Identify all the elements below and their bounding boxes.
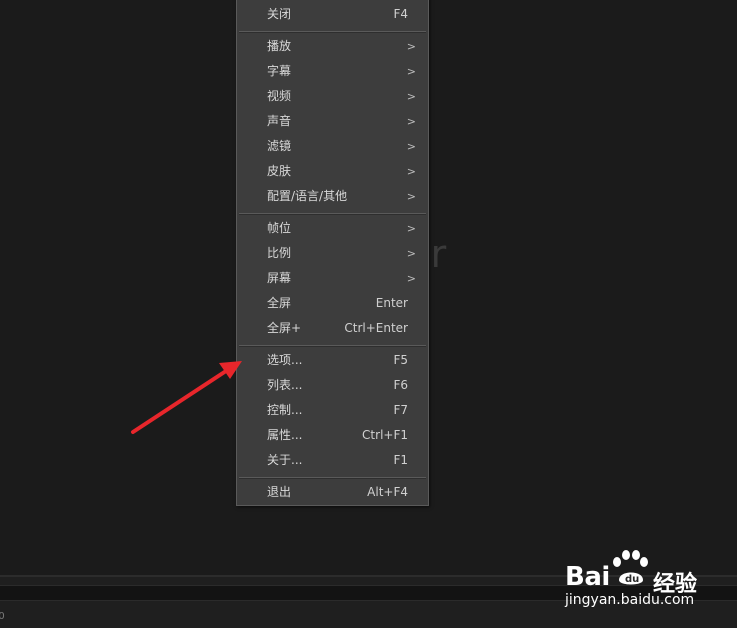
menu-item-skin[interactable]: 皮肤 >	[237, 159, 428, 184]
menu-item-subtitle[interactable]: 字幕 >	[237, 59, 428, 84]
menu-item-video[interactable]: 视频 >	[237, 84, 428, 109]
menu-item-label: 属性...	[267, 428, 303, 442]
menu-item-about[interactable]: 关于... F1	[237, 448, 428, 473]
menu-item-shortcut: F1	[393, 453, 408, 467]
menu-item-shortcut: Enter	[375, 296, 408, 310]
menu-item-label: 字幕	[267, 64, 292, 78]
menu-item-fullscreen-plus[interactable]: 全屏+ Ctrl+Enter	[237, 316, 428, 341]
submenu-arrow-icon: >	[406, 222, 416, 235]
menu-item-label: 选项...	[267, 353, 303, 367]
watermark-brand: Bai	[565, 562, 610, 592]
submenu-arrow-icon: >	[406, 40, 416, 53]
submenu-arrow-icon: >	[406, 165, 416, 178]
menu-item-label: 关闭	[267, 7, 292, 21]
menu-item-label: 退出	[267, 485, 292, 499]
menu-item-shortcut: Ctrl+Enter	[344, 321, 408, 335]
menu-item-options[interactable]: 选项... F5	[237, 348, 428, 373]
menu-separator	[239, 213, 426, 215]
menu-item-control[interactable]: 控制... F7	[237, 398, 428, 423]
menu-separator	[239, 477, 426, 479]
submenu-arrow-icon: >	[406, 247, 416, 260]
menu-item-label: 播放	[267, 39, 292, 53]
menu-item-shortcut: F7	[393, 403, 408, 417]
menu-item-exit[interactable]: 退出 Alt+F4	[237, 480, 428, 505]
submenu-arrow-icon: >	[406, 272, 416, 285]
menu-item-label: 控制...	[267, 403, 303, 417]
menu-item-config[interactable]: 配置/语言/其他 >	[237, 184, 428, 209]
menu-item-label: 全屏	[267, 296, 292, 310]
menu-item-filter[interactable]: 滤镜 >	[237, 134, 428, 159]
menu-item-ratio[interactable]: 比例 >	[237, 241, 428, 266]
menu-item-label: 配置/语言/其他	[267, 189, 348, 203]
menu-item-properties[interactable]: 属性... Ctrl+F1	[237, 423, 428, 448]
context-menu: 关闭 F4 播放 > 字幕 > 视频 > 声音 > 滤镜 > 皮肤 > 配置/语…	[236, 0, 429, 506]
menu-item-label: 屏幕	[267, 271, 292, 285]
menu-item-audio[interactable]: 声音 >	[237, 109, 428, 134]
submenu-arrow-icon: >	[406, 90, 416, 103]
watermark-url: jingyan.baidu.com	[565, 592, 695, 608]
submenu-arrow-icon: >	[406, 190, 416, 203]
menu-item-label: 比例	[267, 246, 292, 260]
menu-item-label: 皮肤	[267, 164, 292, 178]
menu-separator	[239, 345, 426, 347]
baidu-jingyan-watermark: Bai du 经验 jingyan.baidu.com	[563, 548, 728, 614]
svg-text:du: du	[625, 574, 639, 585]
submenu-arrow-icon: >	[406, 115, 416, 128]
menu-item-label: 关于...	[267, 453, 303, 467]
menu-item-frame[interactable]: 帧位 >	[237, 216, 428, 241]
menu-item-shortcut: F6	[393, 378, 408, 392]
menu-item-label: 滤镜	[267, 139, 292, 153]
menu-item-shortcut: Ctrl+F1	[362, 428, 408, 442]
menu-separator	[239, 31, 426, 33]
menu-item-label: 帧位	[267, 221, 292, 235]
menu-item-fullscreen[interactable]: 全屏 Enter	[237, 291, 428, 316]
menu-item-shortcut: F4	[393, 7, 408, 21]
menu-item-close[interactable]: 关闭 F4	[237, 2, 428, 27]
menu-item-label: 视频	[267, 89, 292, 103]
menu-item-label: 声音	[267, 114, 292, 128]
menu-item-label: 全屏+	[267, 321, 302, 335]
time-readout: 00	[0, 611, 5, 622]
paw-icon: du	[613, 550, 648, 585]
menu-item-play[interactable]: 播放 >	[237, 34, 428, 59]
menu-item-shortcut: F5	[393, 353, 408, 367]
menu-item-label: 列表...	[267, 378, 303, 392]
menu-item-screen[interactable]: 屏幕 >	[237, 266, 428, 291]
submenu-arrow-icon: >	[406, 140, 416, 153]
menu-item-list[interactable]: 列表... F6	[237, 373, 428, 398]
submenu-arrow-icon: >	[406, 65, 416, 78]
menu-item-shortcut: Alt+F4	[367, 485, 408, 499]
